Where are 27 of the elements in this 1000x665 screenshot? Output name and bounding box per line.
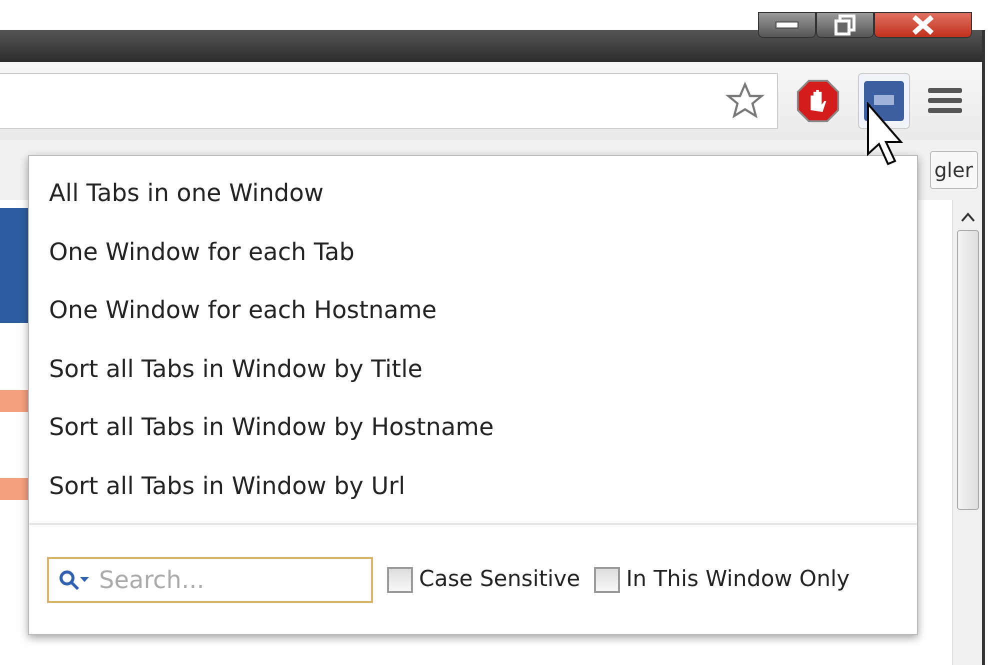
checkbox-label: In This Window Only: [626, 567, 850, 592]
restore-button[interactable]: [816, 12, 874, 38]
star-icon[interactable]: [725, 81, 765, 121]
menu-item[interactable]: Sort all Tabs in Window by Title: [29, 340, 917, 398]
search-icon: [57, 568, 91, 592]
minimize-button[interactable]: [758, 12, 816, 38]
menu-item[interactable]: Sort all Tabs in Window by Url: [29, 456, 917, 515]
menu-item[interactable]: One Window for each Tab: [29, 222, 917, 281]
bookmark-button[interactable]: gler: [930, 151, 978, 189]
close-button[interactable]: [874, 12, 972, 38]
page-stripe: [0, 478, 28, 500]
menu-item[interactable]: Sort all Tabs in Window by Hostname: [29, 398, 917, 456]
stop-sign-icon[interactable]: [796, 79, 840, 123]
close-icon: [911, 15, 935, 35]
minimize-icon: [775, 21, 799, 29]
menu-item[interactable]: All Tabs in one Window: [29, 164, 917, 222]
menu-icon[interactable]: [928, 86, 962, 116]
scrollbar-thumb[interactable]: [956, 230, 978, 510]
menu-item[interactable]: One Window for each Hostname: [29, 281, 917, 340]
checkbox[interactable]: [594, 566, 620, 592]
scroll-up-icon[interactable]: [960, 212, 974, 222]
checkbox[interactable]: [387, 566, 413, 592]
search-field[interactable]: Search...: [47, 556, 373, 602]
scrollbar[interactable]: [952, 200, 982, 665]
checkbox-label: Case Sensitive: [419, 567, 580, 592]
restore-icon: [834, 14, 856, 36]
page-stripe: [0, 390, 28, 412]
